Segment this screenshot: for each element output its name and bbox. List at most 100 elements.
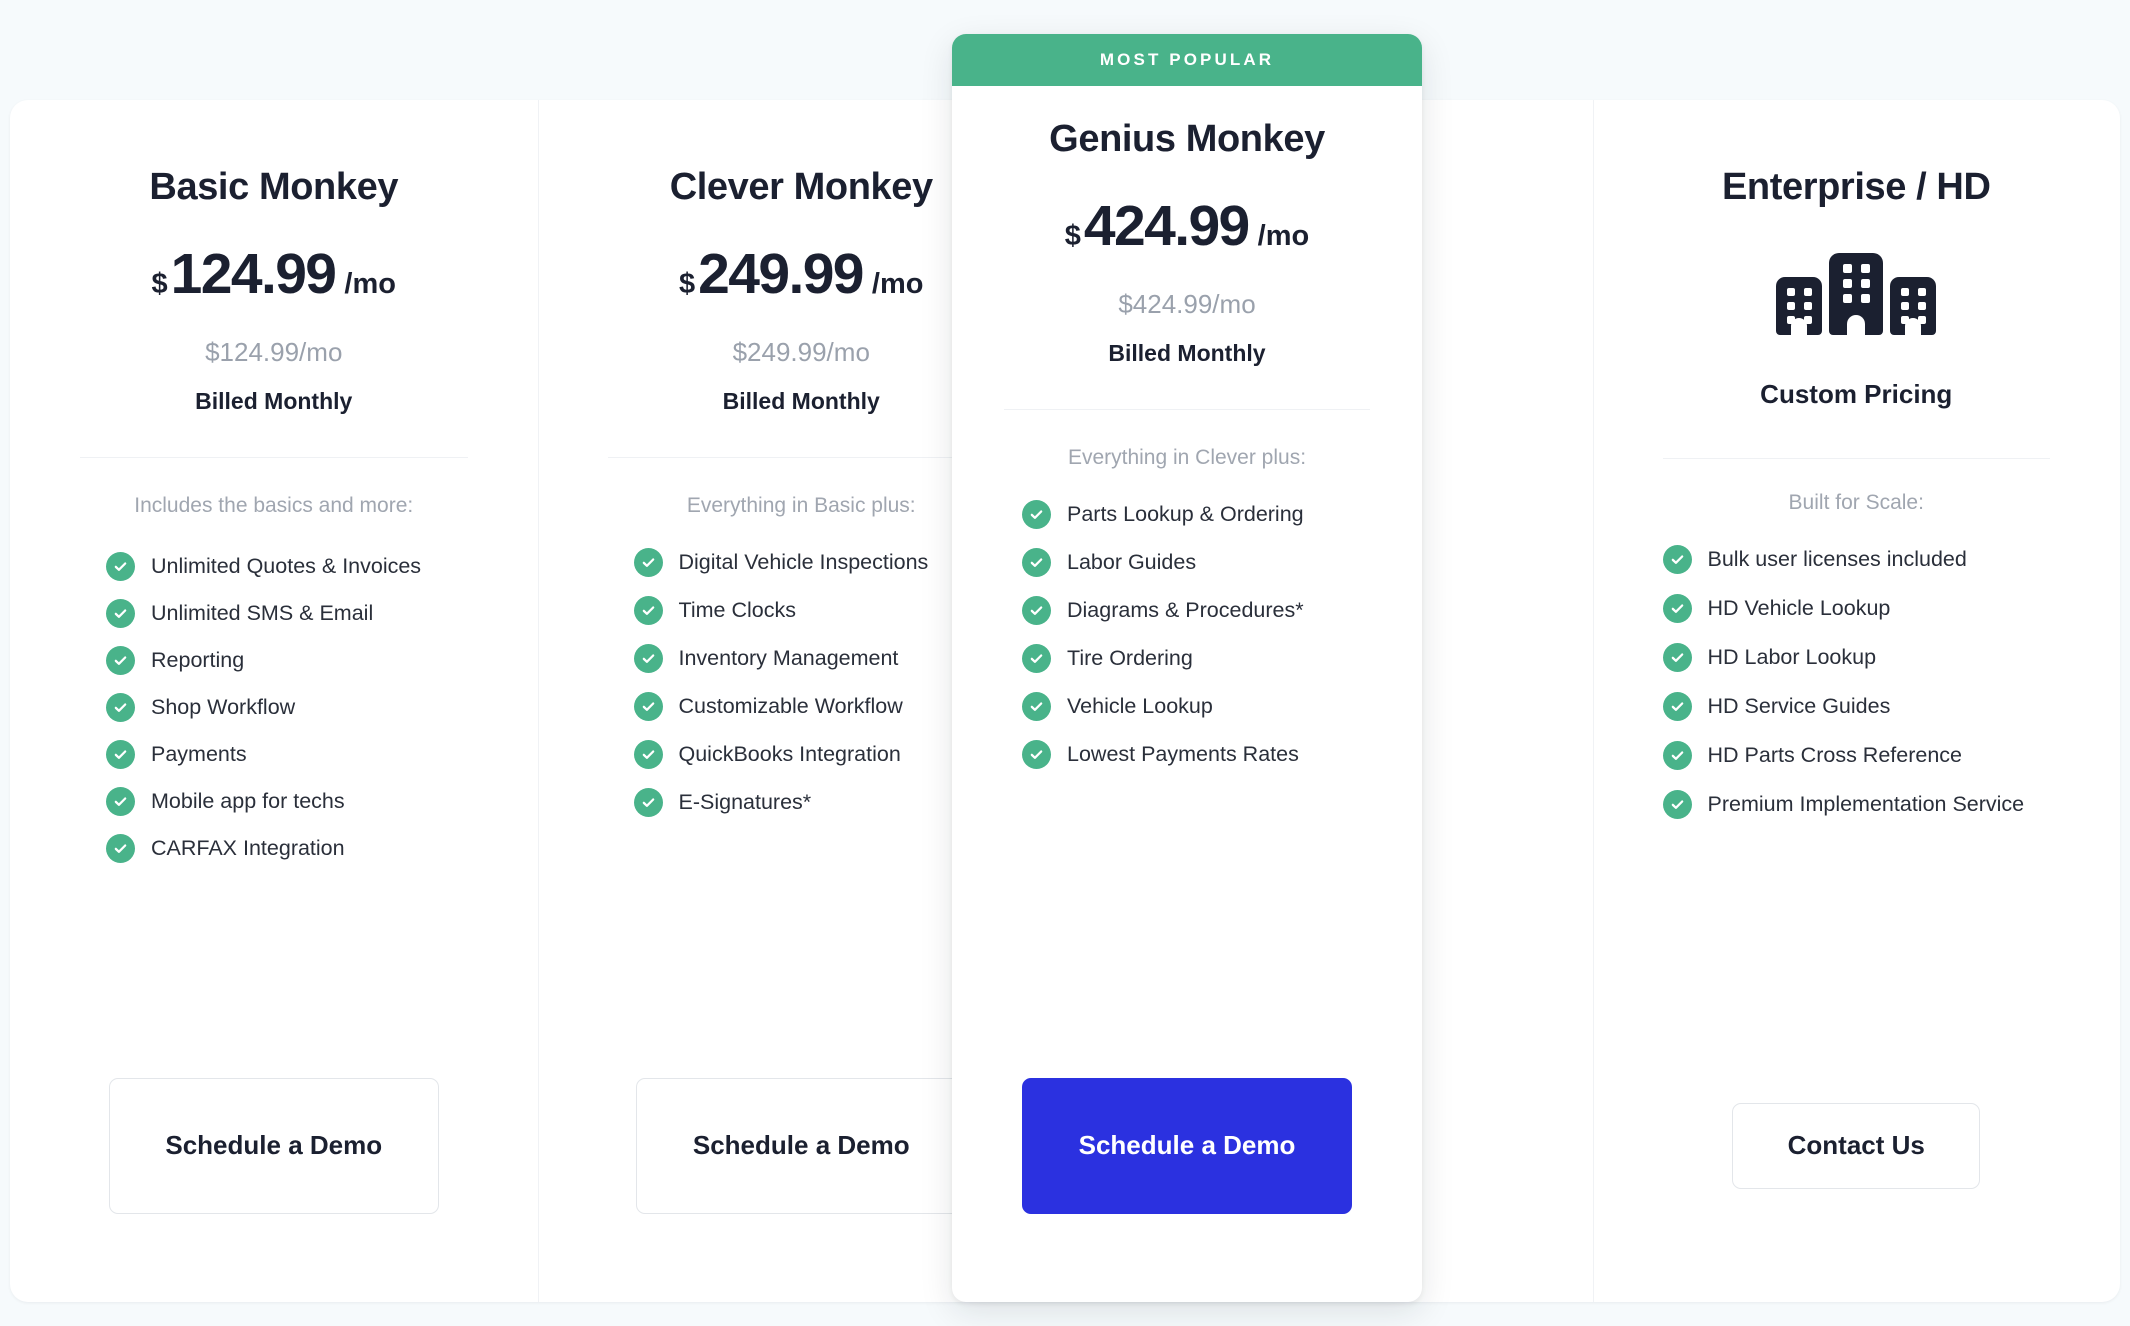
building-left-icon bbox=[1776, 277, 1823, 335]
feature-label: Tire Ordering bbox=[1067, 646, 1193, 671]
feature-label: E-Signatures* bbox=[678, 790, 812, 815]
check-icon bbox=[106, 787, 135, 817]
feature-label: Inventory Management bbox=[678, 646, 899, 671]
building-right-icon bbox=[1890, 277, 1937, 335]
list-item: Unlimited Quotes & Invoices bbox=[106, 552, 468, 582]
check-icon bbox=[1662, 643, 1692, 673]
custom-pricing-label: Custom Pricing bbox=[1760, 379, 1953, 409]
feature-label: Time Clocks bbox=[678, 598, 796, 623]
list-item: Reporting bbox=[106, 646, 468, 676]
plan-name: Genius Monkey bbox=[1049, 118, 1325, 160]
check-icon bbox=[1022, 548, 1051, 578]
plan-name: Enterprise / HD bbox=[1721, 166, 1991, 208]
price-currency: $ bbox=[151, 268, 168, 300]
check-icon bbox=[633, 548, 663, 578]
list-item: Diagrams & Procedures* bbox=[1022, 596, 1370, 626]
feature-label: Unlimited Quotes & Invoices bbox=[151, 554, 422, 579]
list-item: Inventory Management bbox=[633, 644, 996, 674]
buildings-icon bbox=[1776, 253, 1937, 335]
list-item: Bulk user licenses included bbox=[1662, 545, 2051, 575]
price-amount: 249.99 bbox=[698, 242, 864, 306]
check-icon bbox=[633, 740, 663, 770]
billing-cycle-label: Billed Monthly bbox=[722, 388, 880, 414]
list-item: HD Vehicle Lookup bbox=[1662, 594, 2051, 624]
schedule-demo-button[interactable]: Schedule a Demo bbox=[636, 1078, 967, 1214]
feature-label: Digital Vehicle Inspections bbox=[678, 550, 929, 575]
feature-list-caption: Everything in Basic plus: bbox=[686, 494, 916, 517]
feature-label: Labor Guides bbox=[1067, 550, 1197, 575]
feature-label: HD Service Guides bbox=[1707, 694, 1891, 719]
price-period: /mo bbox=[1257, 220, 1310, 252]
pricing-card-genius: MOST POPULAR Genius Monkey $ 424.99 /mo … bbox=[952, 34, 1422, 1302]
list-item: Lowest Payments Rates bbox=[1022, 740, 1370, 770]
feature-label: Payments bbox=[151, 742, 247, 767]
check-icon bbox=[1662, 594, 1692, 624]
list-item: CARFAX Integration bbox=[106, 834, 468, 864]
price-currency: $ bbox=[679, 268, 696, 300]
check-icon bbox=[106, 834, 135, 864]
check-icon bbox=[1662, 790, 1692, 820]
check-icon bbox=[633, 596, 663, 626]
pricing-page: Basic Monkey $ 124.99 /mo $124.99/mo Bil… bbox=[0, 0, 2130, 1326]
price-subtext: $124.99/mo bbox=[205, 337, 343, 367]
price-row: $ 124.99 /mo bbox=[152, 241, 396, 307]
billing-cycle-label: Billed Monthly bbox=[195, 388, 353, 414]
feature-label: Mobile app for techs bbox=[151, 789, 345, 814]
check-icon bbox=[106, 693, 135, 723]
price-currency: $ bbox=[1064, 220, 1081, 252]
feature-label: QuickBooks Integration bbox=[678, 742, 901, 767]
contact-us-button[interactable]: Contact Us bbox=[1732, 1103, 1981, 1189]
plan-name: Clever Monkey bbox=[669, 166, 933, 208]
list-item: Mobile app for techs bbox=[106, 787, 468, 817]
list-item: Time Clocks bbox=[633, 596, 996, 626]
check-icon bbox=[106, 646, 135, 676]
list-item: HD Labor Lookup bbox=[1662, 643, 2051, 673]
plan-name: Basic Monkey bbox=[149, 166, 399, 208]
card-divider bbox=[1662, 458, 2050, 459]
list-item: Payments bbox=[106, 740, 468, 770]
check-icon bbox=[1022, 740, 1051, 770]
list-item: Shop Workflow bbox=[106, 693, 468, 723]
feature-label: Diagrams & Procedures* bbox=[1067, 598, 1304, 623]
check-icon bbox=[106, 599, 135, 629]
list-item: Labor Guides bbox=[1022, 548, 1370, 578]
feature-label: Reporting bbox=[151, 648, 245, 673]
feature-list-caption: Built for Scale: bbox=[1788, 491, 1924, 514]
list-item: QuickBooks Integration bbox=[633, 740, 996, 770]
list-item: Customizable Workflow bbox=[633, 692, 996, 722]
feature-list-caption: Includes the basics and more: bbox=[134, 494, 414, 517]
feature-label: Unlimited SMS & Email bbox=[151, 601, 374, 626]
price-amount: 424.99 bbox=[1083, 194, 1250, 258]
check-icon bbox=[633, 788, 663, 818]
check-icon bbox=[106, 552, 135, 582]
check-icon bbox=[1662, 692, 1692, 722]
list-item: Premium Implementation Service bbox=[1662, 790, 2051, 820]
feature-label: Lowest Payments Rates bbox=[1067, 742, 1299, 767]
feature-label: HD Parts Cross Reference bbox=[1707, 743, 1963, 768]
feature-label: Customizable Workflow bbox=[678, 694, 903, 719]
most-popular-badge: MOST POPULAR bbox=[952, 34, 1422, 86]
feature-list: Parts Lookup & Ordering Labor Guides Dia… bbox=[1004, 500, 1370, 770]
list-item: Tire Ordering bbox=[1022, 644, 1370, 674]
card-divider bbox=[1004, 409, 1370, 410]
check-icon bbox=[1022, 644, 1051, 674]
list-item: E-Signatures* bbox=[633, 788, 996, 818]
list-item: Unlimited SMS & Email bbox=[106, 599, 468, 629]
feature-label: Vehicle Lookup bbox=[1067, 694, 1213, 719]
check-icon bbox=[1662, 741, 1692, 771]
feature-label: Bulk user licenses included bbox=[1707, 547, 1967, 572]
list-item: Vehicle Lookup bbox=[1022, 692, 1370, 722]
feature-label: Shop Workflow bbox=[151, 695, 296, 720]
feature-label: Parts Lookup & Ordering bbox=[1067, 502, 1304, 527]
price-row: $ 424.99 /mo bbox=[1065, 193, 1309, 259]
list-item: Digital Vehicle Inspections bbox=[633, 548, 996, 578]
schedule-demo-button[interactable]: Schedule a Demo bbox=[108, 1078, 439, 1214]
check-icon bbox=[1022, 692, 1051, 722]
price-subtext: $424.99/mo bbox=[1118, 289, 1256, 319]
billing-cycle-label: Billed Monthly bbox=[1108, 340, 1266, 366]
list-item: HD Parts Cross Reference bbox=[1662, 741, 2051, 771]
check-icon bbox=[1662, 545, 1692, 575]
feature-list: Digital Vehicle Inspections Time Clocks … bbox=[608, 548, 996, 818]
building-center-icon bbox=[1829, 253, 1884, 335]
schedule-demo-button[interactable]: Schedule a Demo bbox=[1022, 1078, 1352, 1214]
